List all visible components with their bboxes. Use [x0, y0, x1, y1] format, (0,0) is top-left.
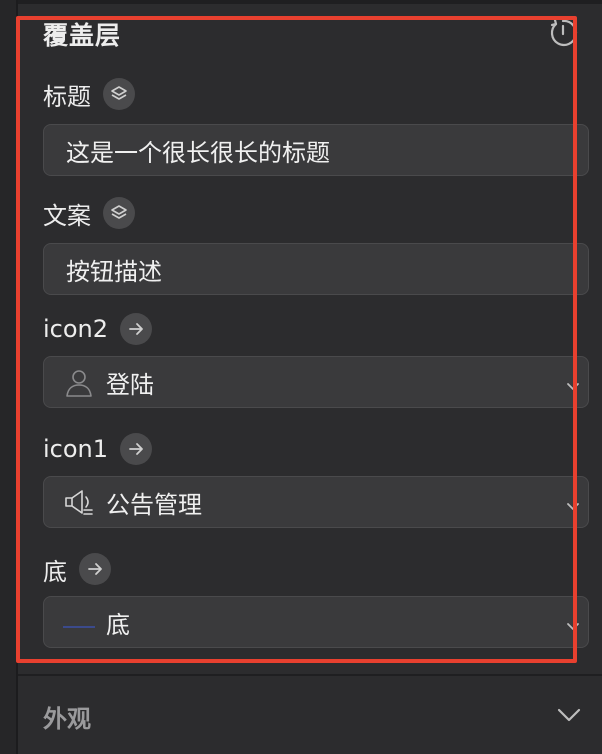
bottom-label-row: 底 — [43, 552, 111, 586]
icon1-select[interactable]: 公告管理 — [43, 476, 589, 528]
icon2-label-row: icon2 — [43, 312, 153, 346]
announcement-icon — [62, 485, 96, 519]
icon1-label-row: icon1 — [43, 432, 153, 466]
bottom-select-value: 底 — [106, 610, 130, 639]
icon2-select[interactable]: 登陆 — [43, 356, 589, 408]
title-input[interactable]: 这是一个很长很长的标题 — [43, 124, 589, 176]
copy-label-row: 文案 — [43, 196, 135, 230]
icon1-label: icon1 — [43, 435, 109, 463]
properties-panel: 覆盖层 标题 这是一个很长很长的标题 文案 按钮描述 icon2 登陆 icon… — [0, 0, 602, 754]
chevron-down-icon[interactable] — [555, 702, 583, 726]
icon1-select-value: 公告管理 — [106, 490, 202, 519]
chevron-down-icon — [564, 613, 582, 631]
bottom-select[interactable]: 底 — [43, 596, 589, 648]
reset-icon[interactable] — [546, 16, 580, 50]
top-divider — [18, 0, 602, 4]
arrow-right-icon[interactable] — [120, 433, 153, 465]
chevron-down-icon — [564, 373, 582, 391]
copy-input[interactable]: 按钮描述 — [43, 243, 589, 295]
chevron-down-icon — [564, 493, 582, 511]
copy-label: 文案 — [43, 201, 91, 230]
section-title-appearance[interactable]: 外观 — [43, 699, 91, 734]
user-icon — [62, 365, 96, 399]
layers-icon[interactable] — [103, 78, 135, 110]
line-icon — [62, 605, 96, 639]
layers-icon[interactable] — [103, 197, 135, 229]
section-title-overlay: 覆盖层 — [43, 21, 122, 50]
bottom-label: 底 — [43, 557, 67, 586]
arrow-right-icon[interactable] — [120, 313, 153, 345]
section-divider — [18, 674, 602, 676]
icon2-label: icon2 — [43, 315, 109, 343]
title-label-row: 标题 — [43, 77, 135, 111]
icon2-select-value: 登陆 — [106, 370, 154, 399]
title-label: 标题 — [43, 82, 91, 111]
arrow-right-icon[interactable] — [79, 553, 111, 585]
left-gutter — [0, 0, 18, 754]
